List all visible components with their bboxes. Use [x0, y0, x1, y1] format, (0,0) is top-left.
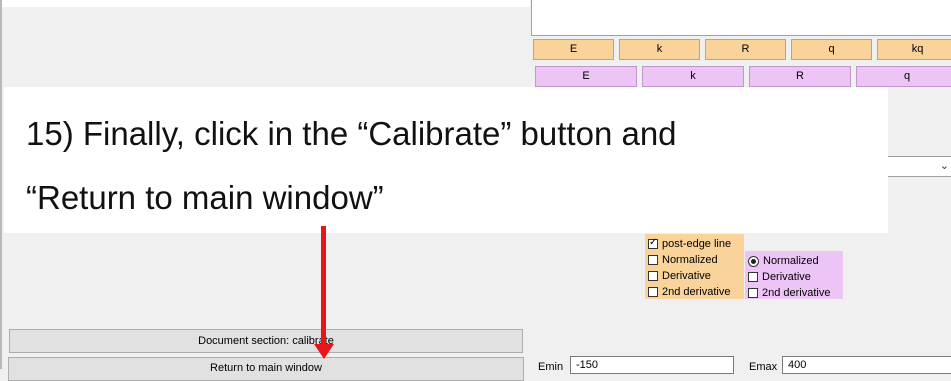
red-arrow-head-icon	[314, 344, 334, 359]
plot-q-button[interactable]: q	[791, 39, 872, 60]
group-second-derivative-option[interactable]: 2nd derivative	[748, 285, 840, 301]
plot-r-button[interactable]: R	[705, 39, 786, 60]
instruction-line-1: 15) Finally, click in the “Calibrate” bu…	[26, 115, 677, 152]
window-left-border	[0, 0, 2, 369]
option-label: Derivative	[662, 270, 711, 282]
document-section-button[interactable]: Document section: calibrate	[9, 329, 523, 353]
instruction-line-2: “Return to main window”	[26, 179, 384, 216]
return-to-main-window-button[interactable]: Return to main window	[8, 357, 524, 381]
chevron-down-icon: ⌄	[939, 160, 949, 172]
upper-right-plot-panel	[531, 0, 951, 36]
option-label: Normalized	[763, 255, 819, 267]
checkbox-icon[interactable]	[648, 271, 658, 281]
post-edge-line-option[interactable]: post-edge line	[648, 236, 741, 252]
option-label: Derivative	[762, 271, 811, 283]
derivative-option[interactable]: Derivative	[648, 268, 741, 284]
group-plot-options-panel: Normalized Derivative 2nd derivative	[745, 251, 843, 299]
emin-label: Emin	[538, 361, 564, 373]
option-label: Normalized	[662, 254, 718, 266]
dropdown-select[interactable]: ⌄	[885, 156, 951, 177]
group-derivative-option[interactable]: Derivative	[748, 269, 840, 285]
instruction-overlay: 15) Finally, click in the “Calibrate” bu…	[4, 87, 888, 233]
checkbox-icon[interactable]	[748, 288, 758, 298]
second-button-row: E k R q	[535, 66, 951, 87]
group-plot-q-button[interactable]: q	[856, 66, 951, 87]
group-plot-e-button[interactable]: E	[535, 66, 637, 87]
group-plot-r-button[interactable]: R	[749, 66, 851, 87]
group-plot-k-button[interactable]: k	[642, 66, 744, 87]
plot-options-panel: post-edge line Normalized Derivative 2nd…	[645, 234, 744, 299]
checkbox-icon[interactable]	[748, 272, 758, 282]
option-label: 2nd derivative	[762, 287, 831, 299]
emax-label: Emax	[749, 361, 778, 373]
plot-k-button[interactable]: k	[619, 39, 700, 60]
checkbox-icon[interactable]	[648, 287, 658, 297]
radio-icon[interactable]	[748, 255, 759, 267]
plot-kq-button[interactable]: kq	[877, 39, 951, 60]
second-derivative-option[interactable]: 2nd derivative	[648, 284, 741, 300]
option-label: post-edge line	[662, 238, 732, 250]
checkbox-icon[interactable]	[648, 237, 658, 249]
top-button-row: E k R q kq	[533, 39, 951, 60]
red-arrow-shaft	[321, 226, 326, 348]
emin-field[interactable]: -150	[570, 356, 734, 374]
plot-e-button[interactable]: E	[533, 39, 614, 60]
emax-field[interactable]: 400	[782, 356, 951, 374]
normalized-option[interactable]: Normalized	[648, 252, 741, 268]
checkbox-icon[interactable]	[648, 255, 658, 265]
option-label: 2nd derivative	[662, 286, 731, 298]
upper-left-panel	[2, 0, 530, 7]
group-normalized-option[interactable]: Normalized	[748, 253, 840, 269]
